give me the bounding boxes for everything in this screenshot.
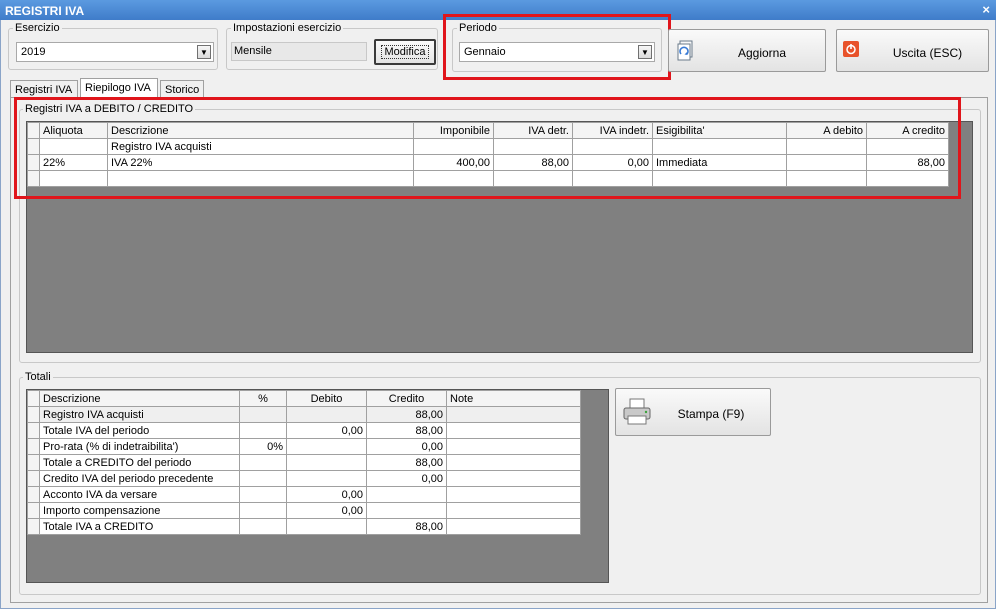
totali-grid: Descrizione % Debito Credito Note Regist… — [26, 389, 609, 583]
debito-cell[interactable] — [286, 406, 367, 423]
debito-cell[interactable] — [286, 438, 367, 455]
credito-cell[interactable]: 0,00 — [366, 470, 447, 487]
credito-cell[interactable]: 88,00 — [366, 422, 447, 439]
note-cell[interactable] — [446, 438, 581, 455]
descrizione-cell[interactable]: Registro IVA acquisti — [39, 406, 240, 423]
note-cell[interactable] — [446, 502, 581, 519]
credito-cell[interactable]: 88,00 — [366, 406, 447, 423]
descrizione-cell[interactable]: Credito IVA del periodo precedente — [39, 470, 240, 487]
pct-cell[interactable] — [239, 406, 287, 423]
row-indicator — [27, 422, 40, 439]
row-indicator — [27, 518, 40, 535]
row-indicator — [27, 502, 40, 519]
totali-legend: Totali — [25, 371, 51, 383]
pct-cell[interactable] — [239, 518, 287, 535]
note-cell[interactable] — [446, 454, 581, 471]
stampa-button[interactable]: Stampa (F9) — [615, 388, 771, 436]
tab-registri-iva[interactable]: Registri IVA — [10, 80, 78, 98]
registri-highlight — [14, 97, 961, 199]
table-row[interactable]: Credito IVA del periodo precedente 0,00 — [27, 470, 581, 487]
debito-cell[interactable]: 0,00 — [286, 422, 367, 439]
pct-cell[interactable] — [239, 454, 287, 471]
column-header[interactable]: Debito — [286, 390, 367, 407]
table-row[interactable]: Totale IVA a CREDITO 88,00 — [27, 518, 581, 535]
periodicita-field: Mensile — [231, 42, 367, 61]
descrizione-cell[interactable]: Pro-rata (% di indetraibilita') — [39, 438, 240, 455]
note-cell[interactable] — [446, 486, 581, 503]
tab-riepilogo-iva[interactable]: Riepilogo IVA — [80, 78, 158, 98]
totali-header-row: Descrizione % Debito Credito Note — [27, 390, 581, 407]
row-indicator — [27, 486, 40, 503]
table-row[interactable]: Totale a CREDITO del periodo 88,00 — [27, 454, 581, 471]
credito-cell[interactable] — [366, 486, 447, 503]
note-cell[interactable] — [446, 406, 581, 423]
row-indicator — [27, 454, 40, 471]
pct-cell[interactable] — [239, 502, 287, 519]
debito-cell[interactable] — [286, 470, 367, 487]
table-row[interactable]: Registro IVA acquisti 88,00 — [27, 406, 581, 423]
credito-cell[interactable]: 88,00 — [366, 454, 447, 471]
column-header[interactable]: Credito — [366, 390, 447, 407]
periodo-highlight — [443, 14, 671, 80]
periodicita-value: Mensile — [234, 45, 272, 57]
modifica-button[interactable]: Modifica — [374, 39, 436, 65]
uscita-button[interactable]: Uscita (ESC) — [836, 29, 989, 72]
chevron-down-icon[interactable]: ▼ — [197, 45, 211, 59]
descrizione-cell[interactable]: Totale IVA del periodo — [39, 422, 240, 439]
column-header[interactable]: Note — [446, 390, 581, 407]
tab-storico[interactable]: Storico — [160, 80, 204, 98]
debito-cell[interactable] — [286, 518, 367, 535]
note-cell[interactable] — [446, 470, 581, 487]
descrizione-cell[interactable]: Importo compensazione — [39, 502, 240, 519]
column-header[interactable]: % — [239, 390, 287, 407]
pct-cell[interactable]: 0% — [239, 438, 287, 455]
credito-cell[interactable]: 0,00 — [366, 438, 447, 455]
descrizione-cell[interactable]: Acconto IVA da versare — [39, 486, 240, 503]
pct-cell[interactable] — [239, 422, 287, 439]
row-indicator — [27, 406, 40, 423]
window-title: REGISTRI IVA — [5, 4, 85, 18]
debito-cell[interactable]: 0,00 — [286, 486, 367, 503]
stampa-label: Stampa (F9) — [677, 407, 745, 421]
descrizione-cell[interactable]: Totale IVA a CREDITO — [39, 518, 240, 535]
table-row[interactable]: Importo compensazione 0,00 — [27, 502, 581, 519]
debito-cell[interactable] — [286, 454, 367, 471]
note-cell[interactable] — [446, 518, 581, 535]
debito-cell[interactable]: 0,00 — [286, 502, 367, 519]
table-row[interactable]: Totale IVA del periodo 0,00 88,00 — [27, 422, 581, 439]
table-row[interactable]: Acconto IVA da versare 0,00 — [27, 486, 581, 503]
esercizio-select[interactable]: 2019 ▼ — [16, 42, 214, 62]
pct-cell[interactable] — [239, 486, 287, 503]
row-indicator — [27, 470, 40, 487]
table-row[interactable]: Pro-rata (% di indetraibilita') 0% 0,00 — [27, 438, 581, 455]
row-indicator — [27, 390, 40, 407]
note-cell[interactable] — [446, 422, 581, 439]
row-indicator — [27, 438, 40, 455]
pct-cell[interactable] — [239, 470, 287, 487]
aggiorna-button[interactable]: Aggiorna — [668, 29, 826, 72]
esercizio-legend: Esercizio — [15, 22, 60, 34]
close-icon[interactable]: × — [982, 2, 990, 17]
descrizione-cell[interactable]: Totale a CREDITO del periodo — [39, 454, 240, 471]
column-header[interactable]: Descrizione — [39, 390, 240, 407]
credito-cell[interactable]: 88,00 — [366, 518, 447, 535]
modifica-label: Modifica — [380, 45, 430, 59]
esercizio-value: 2019 — [21, 46, 46, 58]
impostazioni-legend: Impostazioni esercizio — [233, 22, 342, 34]
uscita-label: Uscita (ESC) — [892, 46, 963, 60]
credito-cell[interactable] — [366, 502, 447, 519]
aggiorna-label: Aggiorna — [737, 46, 787, 60]
